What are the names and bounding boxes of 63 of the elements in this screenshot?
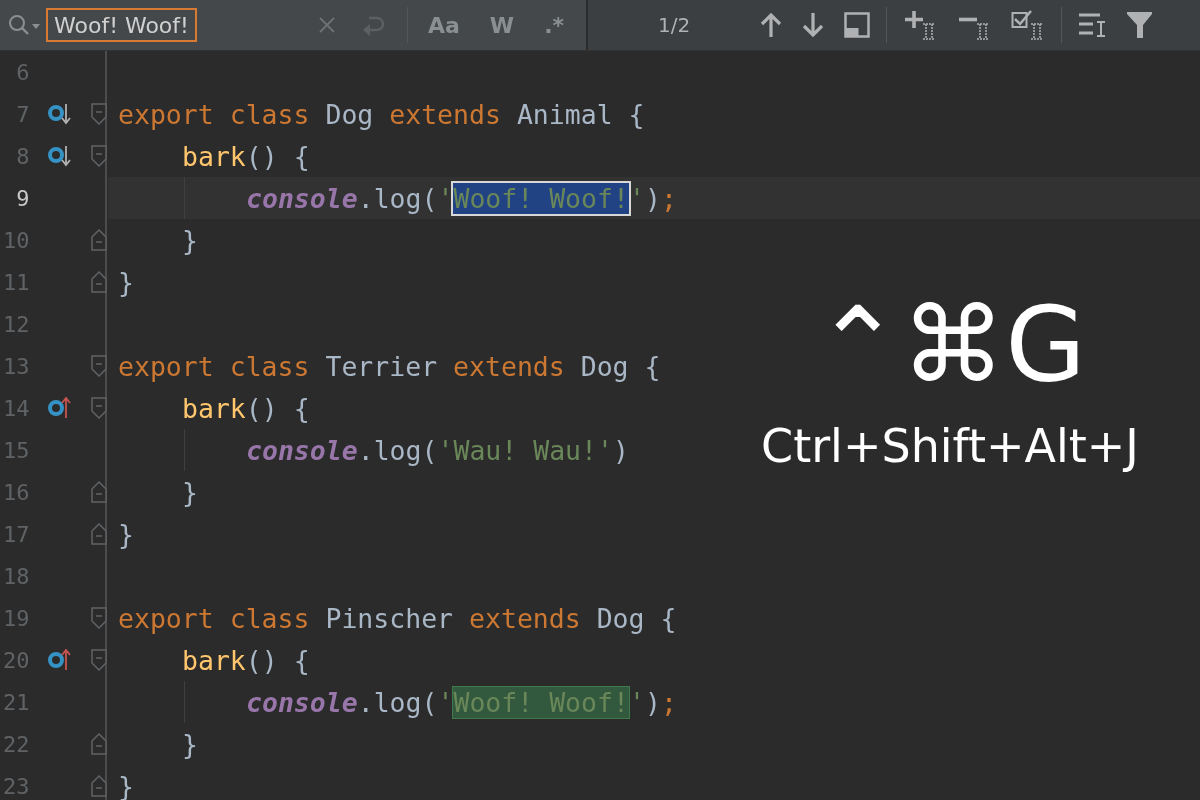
- fold-icon[interactable]: [89, 271, 108, 293]
- line-number: 20: [2, 647, 30, 673]
- implemented-icon[interactable]: [47, 145, 74, 167]
- search-field[interactable]: Woof! Woof!: [46, 8, 197, 42]
- line-number: 6: [15, 59, 30, 85]
- code-line: bark() {: [182, 392, 310, 424]
- arrow-down-icon[interactable]: [802, 12, 825, 38]
- code-line: bark() {: [182, 644, 310, 676]
- arrow-up-icon[interactable]: [760, 12, 783, 38]
- fold-icon[interactable]: [89, 103, 108, 125]
- fold-icon[interactable]: [89, 733, 108, 755]
- filter-icon[interactable]: [1126, 10, 1153, 40]
- line-number: 17: [2, 521, 30, 547]
- code-line: console.log('Woof! Woof!');: [246, 686, 677, 718]
- line-number: 8: [15, 143, 30, 169]
- code-line: }: [182, 728, 198, 760]
- fold-icon[interactable]: [89, 649, 108, 671]
- line-number: 19: [2, 605, 30, 631]
- line-number: 7: [15, 101, 30, 127]
- line-number: 18: [2, 563, 30, 589]
- overriding-icon[interactable]: [47, 397, 74, 419]
- fold-icon[interactable]: [89, 145, 108, 167]
- toggle-button[interactable]: W: [481, 12, 523, 38]
- fold-icon[interactable]: [89, 523, 108, 545]
- search-icon[interactable]: [6, 13, 42, 37]
- implemented-icon[interactable]: [47, 103, 74, 125]
- code-line: console.log('Woof! Woof!');: [246, 182, 677, 214]
- fold-icon[interactable]: [89, 607, 108, 629]
- overriding-icon[interactable]: [47, 649, 74, 671]
- line-number: 13: [2, 353, 30, 379]
- multiline-icon[interactable]: [1078, 12, 1107, 38]
- fold-icon[interactable]: [89, 355, 108, 377]
- fold-icon[interactable]: [89, 481, 108, 503]
- line-number: 16: [2, 479, 30, 505]
- line-number: 10: [2, 227, 30, 253]
- toggle-button[interactable]: Aa: [419, 12, 468, 38]
- line-number: 14: [2, 395, 30, 421]
- code-line: }: [118, 518, 134, 550]
- line-number: 22: [2, 731, 30, 757]
- line-number: 11: [2, 269, 30, 295]
- match-count: 1/2: [658, 13, 691, 37]
- window-icon[interactable]: [844, 12, 871, 38]
- toggle-button[interactable]: .*: [536, 12, 572, 38]
- fold-icon[interactable]: [89, 775, 108, 797]
- shortcut-text: Ctrl+Shift+Alt+J: [761, 418, 1139, 475]
- line-number: 9: [15, 185, 30, 211]
- line-number: 12: [2, 311, 30, 337]
- shortcut-text: ⌃⌘G: [814, 290, 1086, 400]
- code-line: console.log('Wau! Wau!'): [246, 434, 629, 466]
- fold-icon[interactable]: [89, 397, 108, 419]
- fold-icon[interactable]: [89, 229, 108, 251]
- code-line: export class Dog extends Animal {: [118, 98, 645, 130]
- code-line: }: [182, 224, 198, 256]
- line-number: 15: [2, 437, 30, 463]
- code-line: export class Pinscher extends Dog {: [118, 602, 677, 634]
- close-icon[interactable]: [316, 15, 337, 35]
- code-line: export class Terrier extends Dog {: [118, 350, 661, 382]
- line-number: 23: [2, 773, 30, 799]
- code-line: }: [182, 476, 198, 508]
- code-line: bark() {: [182, 140, 310, 172]
- code-line: }: [118, 266, 134, 298]
- line-number: 21: [2, 689, 30, 715]
- code-line: }: [118, 770, 134, 800]
